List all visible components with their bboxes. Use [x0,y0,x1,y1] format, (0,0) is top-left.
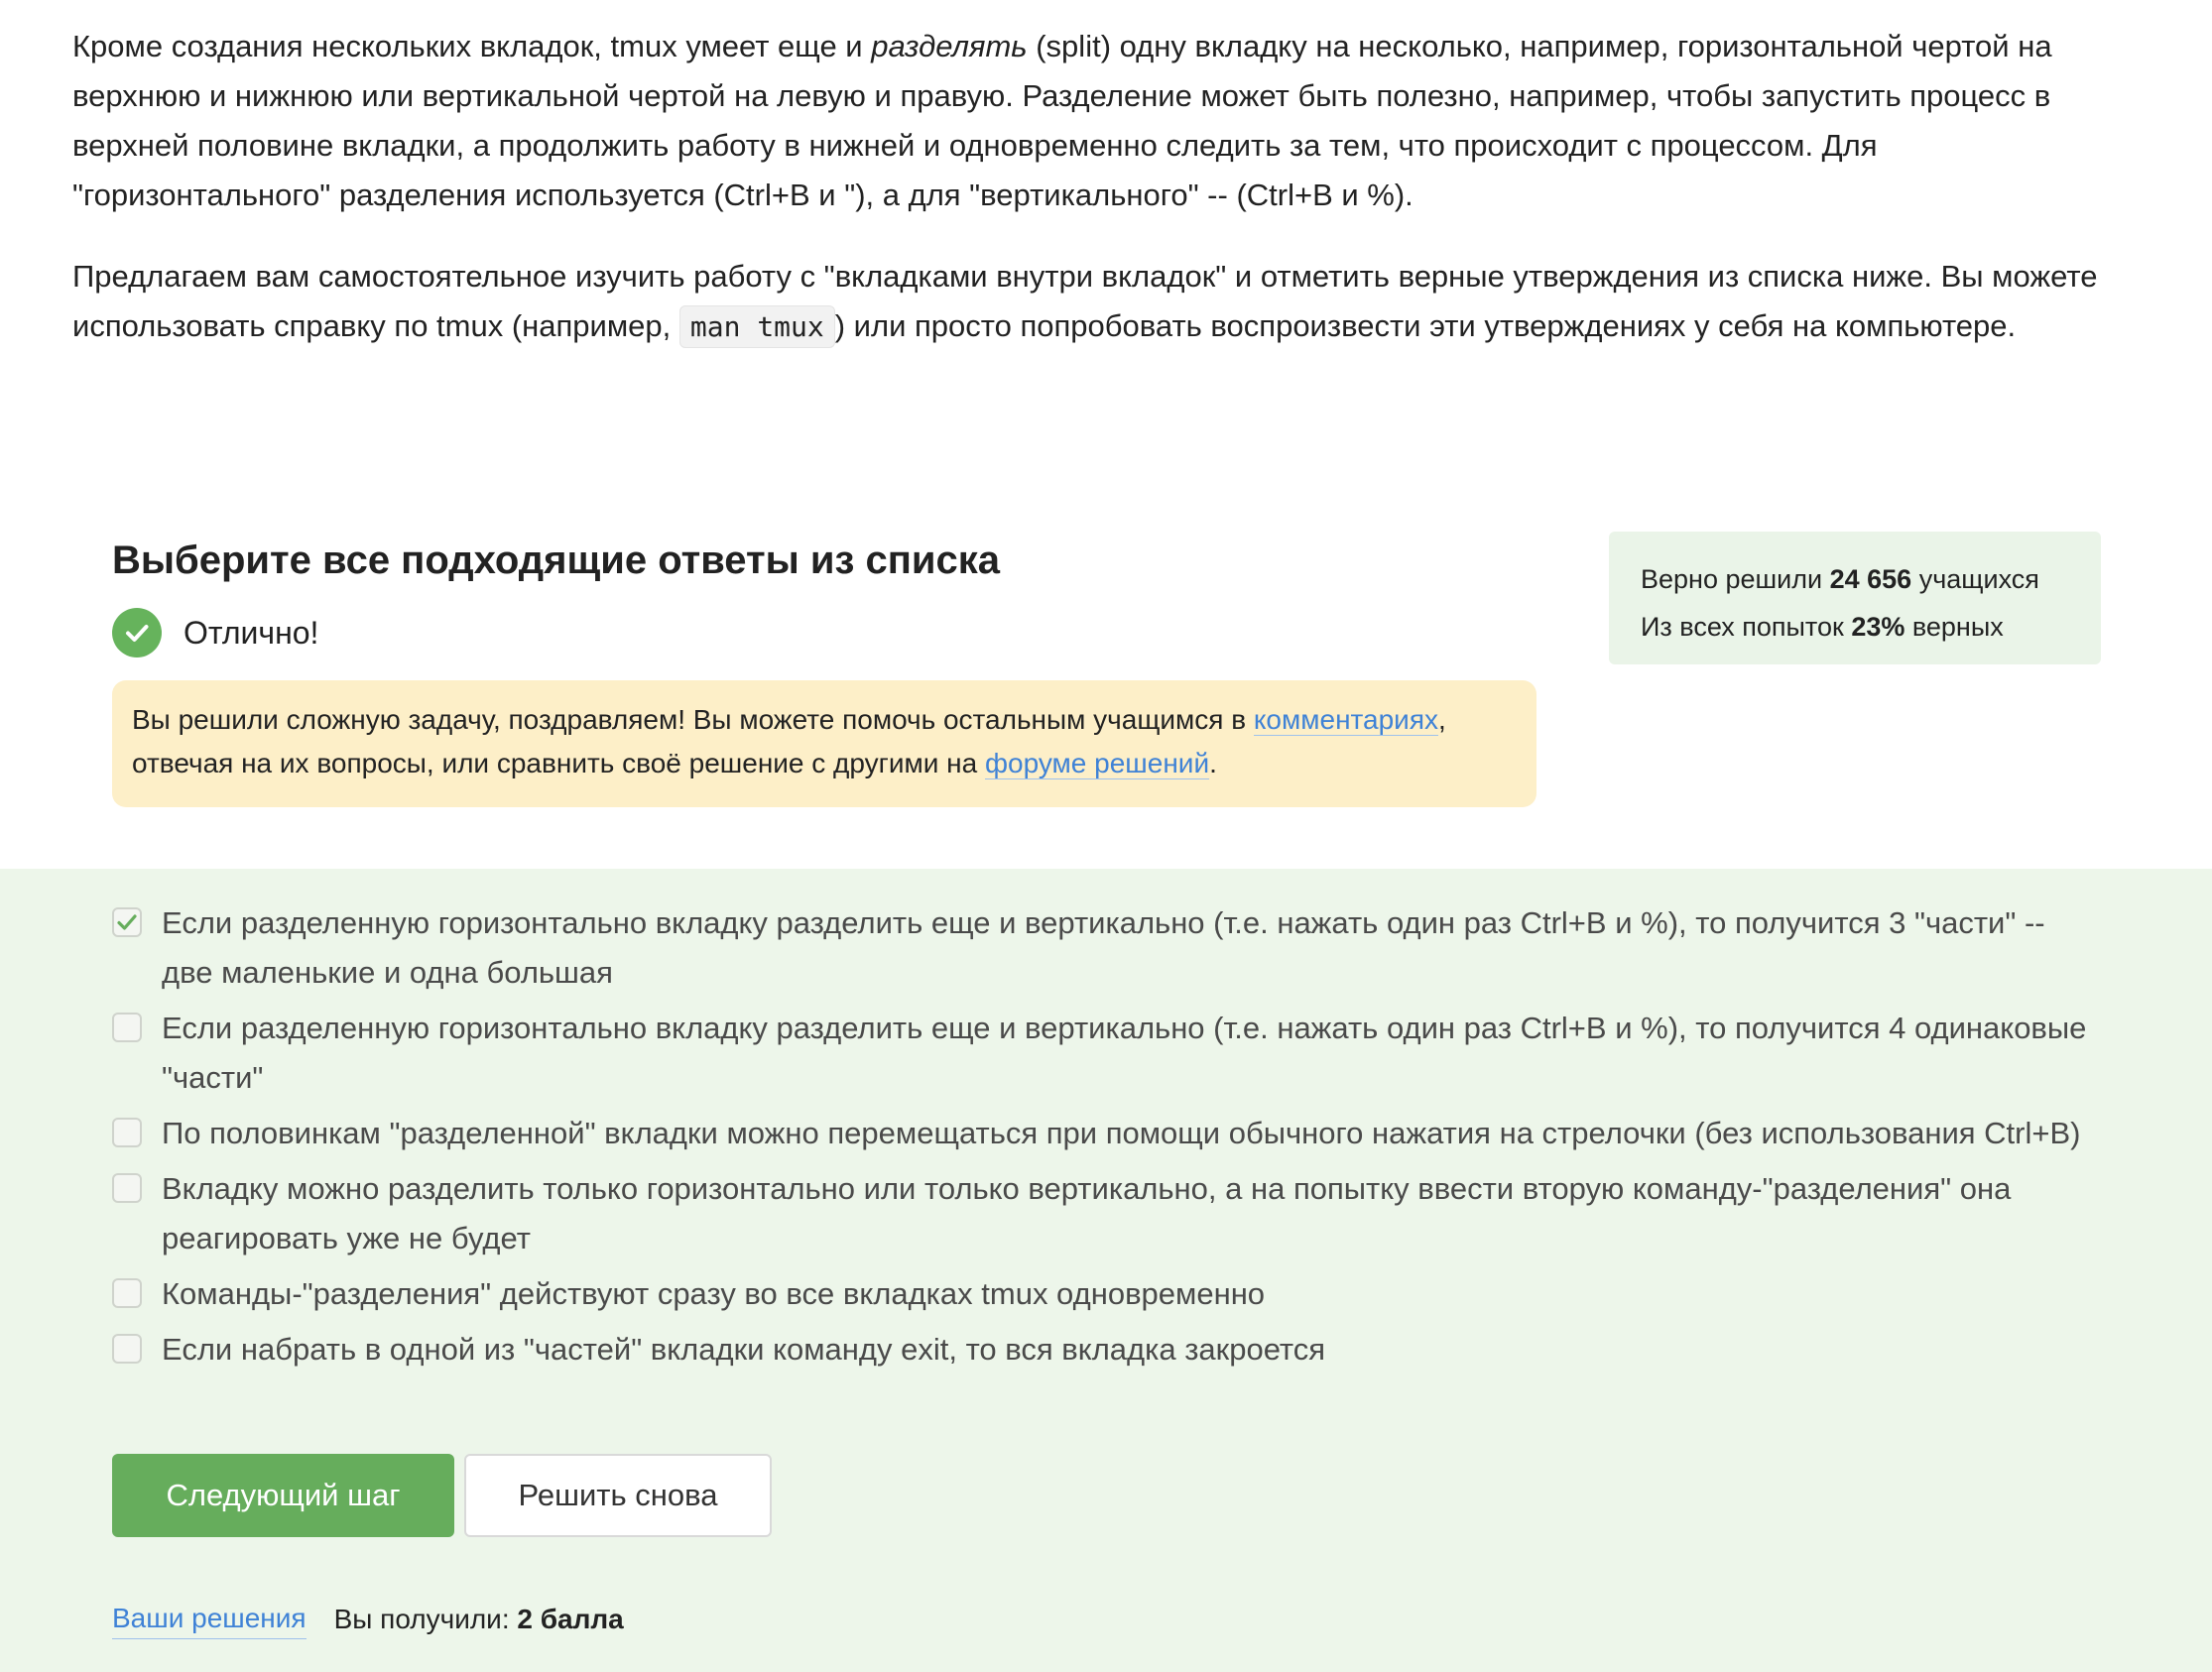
next-step-button[interactable]: Следующий шаг [112,1454,454,1537]
lesson-paragraph-1: Кроме создания нескольких вкладок, tmux … [72,22,2136,220]
lesson-paragraph-2: Предлагаем вам самостоятельное изучить р… [72,252,2136,352]
checkmark-icon [117,914,137,930]
lesson-p1-text-a: Кроме создания нескольких вкладок, tmux … [72,29,872,63]
option-checkbox[interactable] [112,1278,142,1308]
action-buttons: Следующий шаг Решить снова [112,1454,772,1537]
option-text: По половинкам "разделенной" вкладки можн… [162,1116,2081,1150]
comments-link[interactable]: комментариях [1253,704,1438,736]
stats-attempts-suffix: верных [1905,612,2004,642]
option-text: Вкладку можно разделить только горизонта… [162,1171,2012,1255]
stats-solved-count: 24 656 [1829,564,1912,594]
answer-option[interactable]: По половинкам "разделенной" вкладки можн… [112,1109,2096,1158]
stats-solved-label: Верно решили [1641,564,1830,594]
answer-option[interactable]: Вкладку можно разделить только горизонта… [112,1164,2096,1263]
congrats-hint: Вы решили сложную задачу, поздравляем! В… [112,680,1536,807]
stats-solved: Верно решили 24 656 учащихся [1641,555,2069,603]
score-summary: Вы получили: 2 балла [334,1600,624,1639]
score-value: 2 балла [517,1603,624,1634]
option-checkbox[interactable] [112,1173,142,1203]
inline-code: man tmux [678,305,835,348]
lesson-p1-emphasis: разделять [871,29,1028,63]
stats-attempts: Из всех попыток 23% верных [1641,603,2069,651]
quiz-title: Выберите все подходящие ответы из списка [112,538,1000,582]
submission-footer: Ваши решения Вы получили: 2 балла [112,1599,624,1639]
lesson-p2-text-b: ) или просто попробовать воспроизвести э… [834,308,2017,343]
your-solutions-link[interactable]: Ваши решения [112,1599,307,1639]
answer-option[interactable]: Если разделенную горизонтально вкладку р… [112,1004,2096,1103]
hint-text-a: Вы решили сложную задачу, поздравляем! В… [132,704,1254,735]
option-text: Команды-"разделения" действуют сразу во … [162,1276,1266,1311]
answer-option[interactable]: Если разделенную горизонтально вкладку р… [112,898,2096,998]
score-label: Вы получили: [333,1603,518,1634]
answers-area: Если разделенную горизонтально вкладку р… [0,869,2212,1672]
answer-option[interactable]: Если набрать в одной из "частей" вкладки… [112,1325,2096,1374]
success-status: Отлично! [112,603,1540,662]
stats-attempts-label: Из всех попыток [1641,612,1852,642]
option-checkbox[interactable] [112,907,142,937]
answer-option[interactable]: Команды-"разделения" действуют сразу во … [112,1269,2096,1319]
option-text: Если разделенную горизонтально вкладку р… [162,1011,2087,1095]
option-text: Если разделенную горизонтально вкладку р… [162,905,2045,990]
stats-attempts-percent: 23% [1851,612,1905,642]
answer-options: Если разделенную горизонтально вкладку р… [112,898,2096,1380]
quiz-header: Выберите все подходящие ответы из списка… [112,526,1540,662]
stats-panel: Верно решили 24 656 учащихся Из всех поп… [1609,532,2101,664]
solutions-forum-link[interactable]: форуме решений [985,748,1210,779]
stats-solved-suffix: учащихся [1911,564,2039,594]
success-text: Отлично! [184,614,319,651]
check-circle-glyph [126,625,149,642]
check-circle-icon [112,608,162,657]
option-checkbox[interactable] [112,1334,142,1364]
option-checkbox[interactable] [112,1118,142,1147]
lesson-text: Кроме создания нескольких вкладок, tmux … [72,22,2136,384]
option-checkbox[interactable] [112,1013,142,1042]
hint-text-c: . [1209,748,1217,778]
option-text: Если набрать в одной из "частей" вкладки… [162,1332,1326,1367]
retry-button[interactable]: Решить снова [464,1454,772,1537]
